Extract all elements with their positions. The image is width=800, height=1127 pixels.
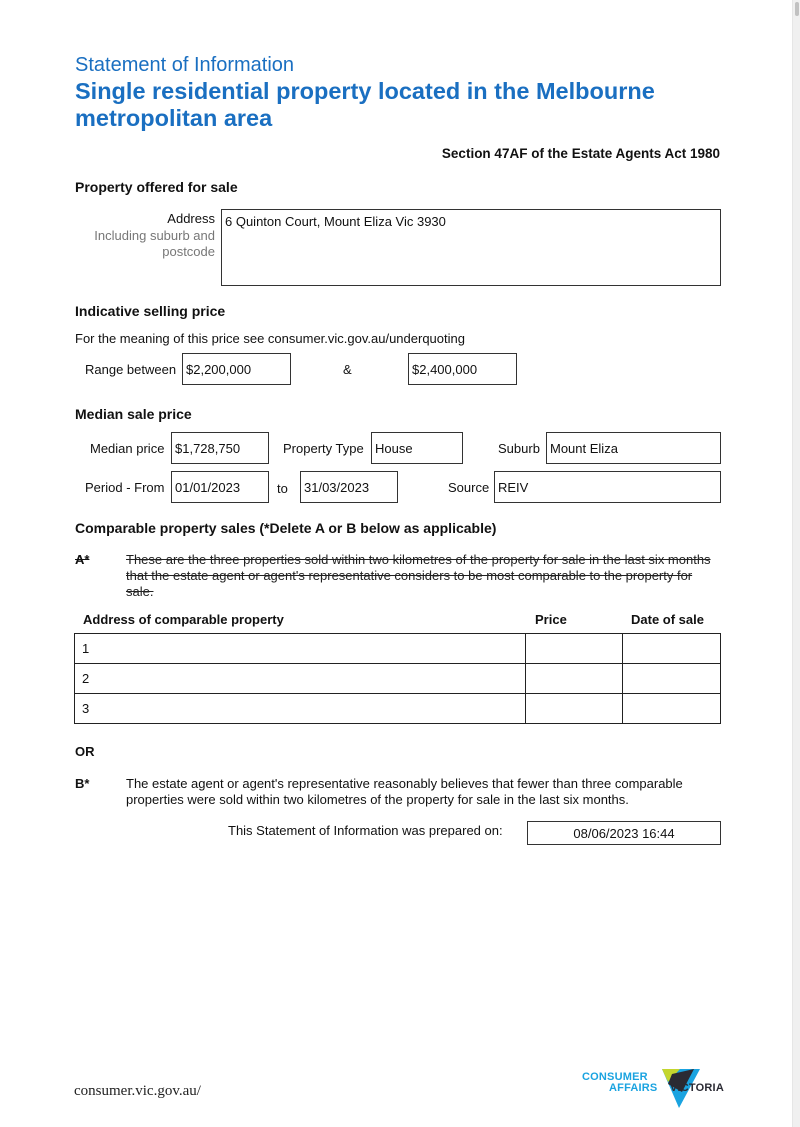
suburb-label: Suburb <box>498 441 540 456</box>
scrollbar-thumb[interactable] <box>795 2 799 16</box>
suburb-field[interactable]: Mount Eliza <box>546 432 721 464</box>
row-price-cell[interactable] <box>525 693 624 724</box>
median-heading: Median sale price <box>75 406 192 422</box>
property-type-field[interactable]: House <box>371 432 463 464</box>
period-to-label: to <box>277 481 288 496</box>
option-b-marker: B* <box>75 776 90 791</box>
table-header-address: Address of comparable property <box>83 612 284 627</box>
vertical-scrollbar[interactable] <box>792 0 800 1127</box>
table-row: 1 <box>73 633 721 664</box>
source-label: Source <box>448 480 490 495</box>
row-date-cell[interactable] <box>622 633 721 664</box>
table-row: 2 <box>73 663 721 694</box>
range-low-field[interactable]: $2,200,000 <box>182 353 291 385</box>
prepared-on-label: This Statement of Information was prepar… <box>228 823 503 838</box>
indicative-price-heading: Indicative selling price <box>75 303 226 319</box>
address-field[interactable]: 6 Quinton Court, Mount Eliza Vic 3930 <box>221 209 721 286</box>
row-address-cell[interactable]: 2 <box>73 663 527 694</box>
property-type-label: Property Type <box>283 441 364 456</box>
source-field[interactable]: REIV <box>494 471 721 503</box>
table-header-date: Date of sale <box>631 612 704 627</box>
page-title: Single residential property located in t… <box>75 78 655 131</box>
range-separator: & <box>343 362 352 377</box>
row-date-cell[interactable] <box>622 693 721 724</box>
row-address-cell[interactable]: 1 <box>73 633 527 664</box>
address-label: Address <box>167 211 215 226</box>
footer-url[interactable]: consumer.vic.gov.au/ <box>74 1083 201 1100</box>
option-a-marker: A* <box>75 552 90 567</box>
act-reference: Section 47AF of the Estate Agents Act 19… <box>441 146 720 161</box>
option-b-text: The estate agent or agent's representati… <box>126 776 683 807</box>
range-label: Range between <box>85 362 177 377</box>
comparable-sales-table: 1 2 3 <box>73 633 721 724</box>
underquoting-note: For the meaning of this price see consum… <box>75 331 465 346</box>
document-type: Statement of Information <box>75 54 295 76</box>
row-address-cell[interactable]: 3 <box>73 693 527 724</box>
table-row: 3 <box>73 693 721 724</box>
option-a-text: These are the three properties sold with… <box>126 552 711 599</box>
row-price-cell[interactable] <box>525 663 624 694</box>
table-header-price: Price <box>535 612 567 627</box>
logo-line-affairs: AFFAIRS <box>609 1082 658 1094</box>
row-date-cell[interactable] <box>622 663 721 694</box>
median-price-label: Median price <box>90 441 165 456</box>
row-price-cell[interactable] <box>525 633 624 664</box>
address-sublabel: Including suburb and postcode <box>94 228 215 259</box>
period-from-field[interactable]: 01/01/2023 <box>171 471 269 503</box>
or-label: OR <box>75 744 95 759</box>
median-price-field[interactable]: $1,728,750 <box>171 432 269 464</box>
consumer-affairs-victoria-logo: CONSUMER AFFAIRS VICTORIA <box>582 1066 732 1110</box>
period-to-field[interactable]: 31/03/2023 <box>300 471 398 503</box>
prepared-on-field[interactable]: 08/06/2023 16:44 <box>527 821 721 845</box>
comparable-heading: Comparable property sales (*Delete A or … <box>75 520 497 536</box>
logo-line-victoria: VICTORIA <box>670 1082 724 1094</box>
period-from-label: Period - From <box>85 480 165 495</box>
property-heading: Property offered for sale <box>75 179 238 195</box>
range-high-field[interactable]: $2,400,000 <box>408 353 517 385</box>
